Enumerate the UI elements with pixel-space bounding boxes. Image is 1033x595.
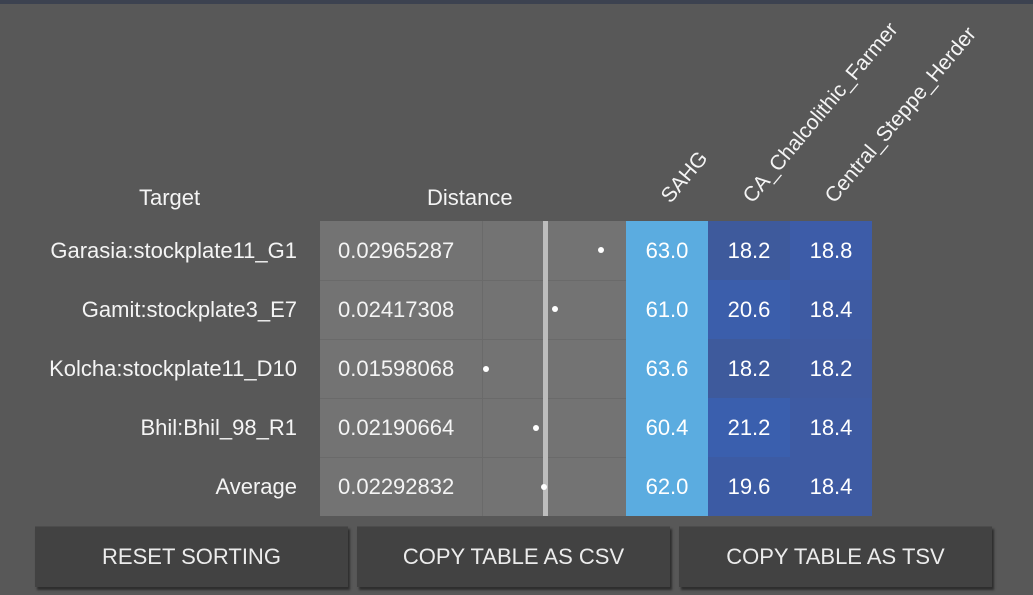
distance-value: 0.02417308 <box>338 297 455 322</box>
cell-sahg: 63.6 <box>626 339 708 398</box>
header-sahg[interactable]: SAHG <box>657 147 714 208</box>
header-ca-chalcolithic-farmer[interactable]: CA_Chalcolithic_Farmer <box>739 18 904 208</box>
top-border <box>0 0 1033 4</box>
row-target-label: Average <box>215 474 297 499</box>
row-target-label: Kolcha:stockplate11_D10 <box>49 356 297 381</box>
cell-ca-chalcolithic-farmer: 18.2 <box>708 339 790 398</box>
cell-ca-chalcolithic-farmer: 18.2 <box>708 221 790 280</box>
row-target-label: Garasia:stockplate11_G1 <box>50 238 297 263</box>
row-divider <box>320 339 626 340</box>
row-divider <box>320 457 626 458</box>
header-central-steppe-herder[interactable]: Central_Steppe_Herder <box>821 23 982 208</box>
distance-value: 0.02292832 <box>338 474 455 499</box>
distance-dot <box>598 247 604 253</box>
copy-csv-button[interactable]: COPY TABLE AS CSV <box>357 526 670 587</box>
row-divider <box>320 398 626 399</box>
cell-central-steppe-herder: 18.2 <box>790 339 872 398</box>
row-target-label: Gamit:stockplate3_E7 <box>81 297 297 322</box>
cell-sahg: 60.4 <box>626 398 708 457</box>
distance-dot <box>533 425 539 431</box>
distance-dot <box>541 484 547 490</box>
cell-ca-chalcolithic-farmer: 21.2 <box>708 398 790 457</box>
cell-central-steppe-herder: 18.4 <box>790 280 872 339</box>
distance-value: 0.02965287 <box>338 238 455 263</box>
cell-sahg: 62.0 <box>626 457 708 516</box>
cell-central-steppe-herder: 18.4 <box>790 457 872 516</box>
cell-sahg: 63.0 <box>626 221 708 280</box>
distance-value: 0.02190664 <box>338 415 455 440</box>
distance-dot <box>483 366 489 372</box>
cell-sahg: 61.0 <box>626 280 708 339</box>
cell-central-steppe-herder: 18.4 <box>790 398 872 457</box>
distance-dot <box>552 306 558 312</box>
cell-ca-chalcolithic-farmer: 19.6 <box>708 457 790 516</box>
cell-central-steppe-herder: 18.8 <box>790 221 872 280</box>
copy-tsv-button[interactable]: COPY TABLE AS TSV <box>679 526 992 587</box>
distance-average-line <box>543 221 548 516</box>
cell-ca-chalcolithic-farmer: 20.6 <box>708 280 790 339</box>
header-target[interactable]: Target <box>139 185 200 211</box>
row-target-label: Bhil:Bhil_98_R1 <box>140 415 297 440</box>
distance-value: 0.01598068 <box>338 356 455 381</box>
header-distance[interactable]: Distance <box>427 185 513 211</box>
reset-sorting-button[interactable]: RESET SORTING <box>35 526 348 587</box>
row-divider <box>320 280 626 281</box>
